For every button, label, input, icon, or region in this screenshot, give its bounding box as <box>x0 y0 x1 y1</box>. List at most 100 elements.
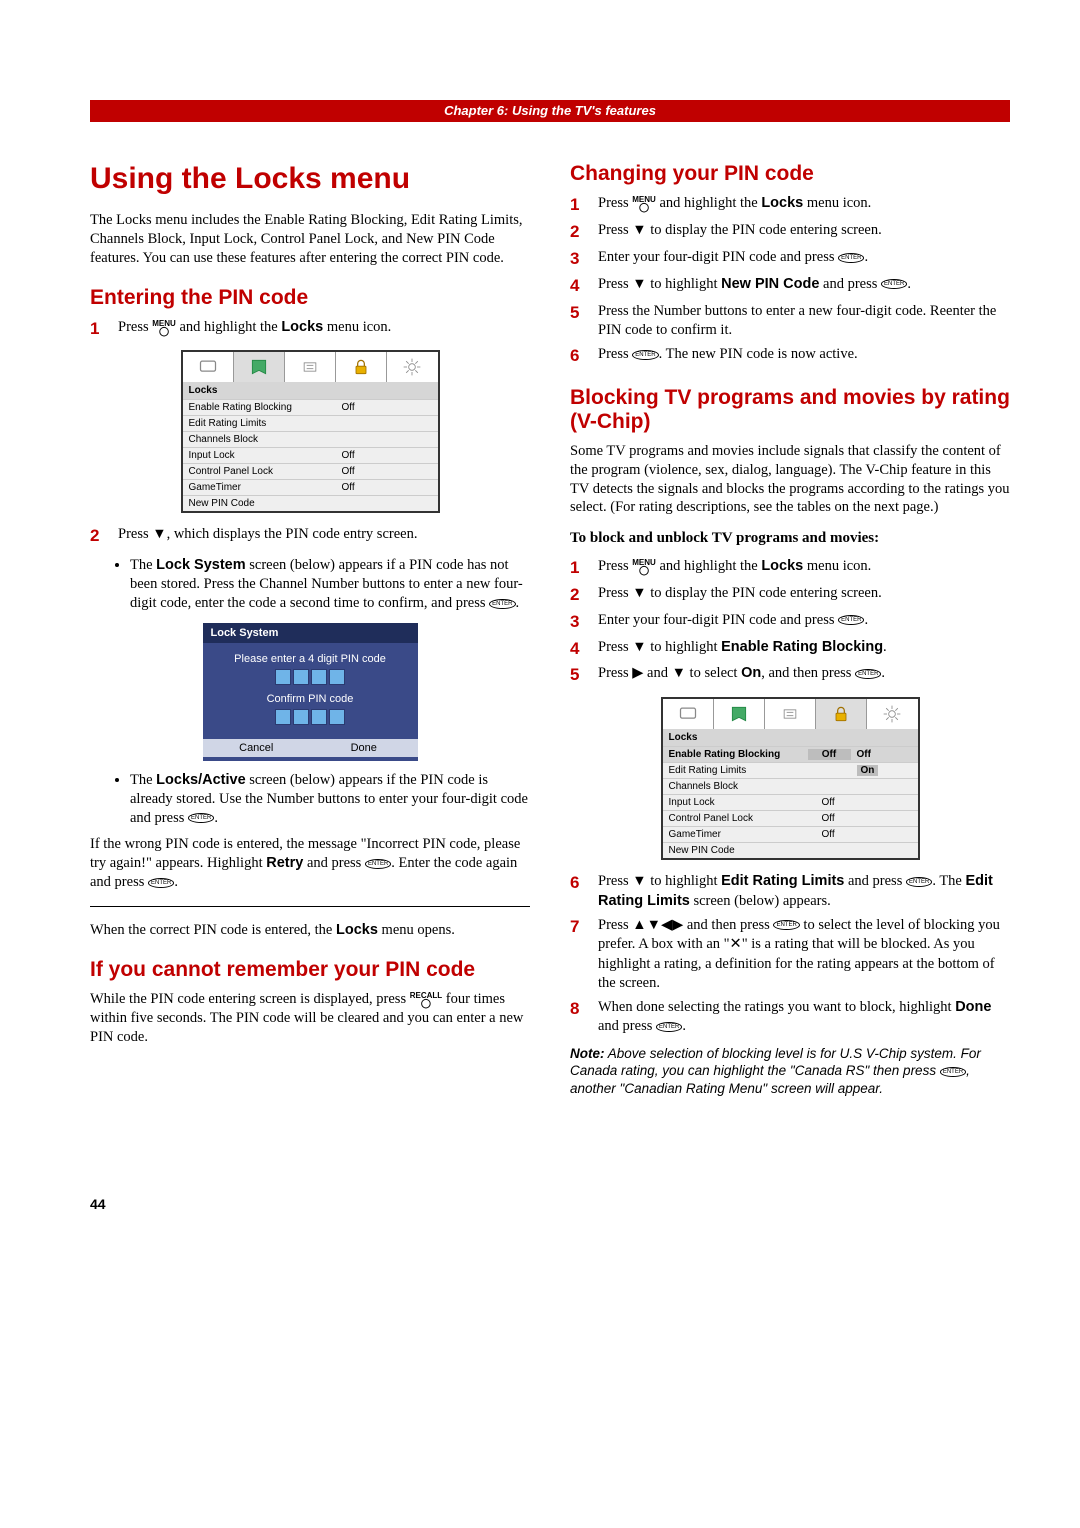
menu-item-label: Edit Rating Limits <box>669 765 822 776</box>
menu-tab-locks-icon <box>234 352 285 382</box>
enter-button-icon: ENTER <box>838 615 864 625</box>
locks-menu-screenshot: Locks Enable Rating BlockingOff Edit Rat… <box>181 350 440 513</box>
enter-button-icon: ENTER <box>489 599 515 609</box>
step-number: 8 <box>570 998 598 1021</box>
menu-item-label: Channels Block <box>189 434 342 445</box>
menu-item-label: Channels Block <box>669 781 822 792</box>
step-number: 1 <box>90 318 118 341</box>
subsection-forgot-pin: If you cannot remember your PIN code <box>90 958 530 982</box>
menu-item-value: Off <box>822 797 857 808</box>
menu-item-label: Enable Rating Blocking <box>669 749 808 760</box>
step-number: 5 <box>570 664 598 687</box>
subsection-change-pin: Changing your PIN code <box>570 162 1010 186</box>
menu-item-label: GameTimer <box>669 829 822 840</box>
menu-tab-lock-icon <box>336 352 387 382</box>
menu-item-label: New PIN Code <box>669 845 822 856</box>
subsection-blocking-vchip: Blocking TV programs and movies by ratin… <box>570 386 1010 434</box>
step-text: Press ▼ to highlight New PIN Code and pr… <box>598 275 1010 295</box>
menu-title: Locks <box>663 729 918 746</box>
correct-pin-paragraph: When the correct PIN code is entered, th… <box>90 921 530 940</box>
menu-tab-picture-icon <box>663 699 714 729</box>
pin-confirm-boxes <box>211 709 410 725</box>
menu-tab-settings-icon <box>867 699 917 729</box>
step-text: Press ▼, which displays the PIN code ent… <box>118 525 530 545</box>
page-number: 44 <box>90 1196 1010 1212</box>
step-number: 1 <box>570 557 598 580</box>
right-column: Changing your PIN code 1Press MENU◯ and … <box>570 152 1010 1106</box>
menu-item-label: Control Panel Lock <box>189 466 342 477</box>
enter-button-icon: ENTER <box>773 920 799 930</box>
step-text: Press ▲▼◀▶ and then press ENTER to selec… <box>598 916 1010 994</box>
step-text: Press ENTER. The new PIN code is now act… <box>598 345 1010 365</box>
step-number: 6 <box>570 345 598 368</box>
step-number: 3 <box>570 611 598 634</box>
menu-item-label: Edit Rating Limits <box>189 418 342 429</box>
enter-button-icon: ENTER <box>365 859 391 869</box>
lock-system-screenshot: Lock System Please enter a 4 digit PIN c… <box>203 623 418 761</box>
menu-item-label: GameTimer <box>189 482 342 493</box>
step-number: 2 <box>570 221 598 244</box>
menu-button-icon: MENU◯ <box>632 559 656 574</box>
menu-item-label: Input Lock <box>669 797 822 808</box>
vchip-intro: Some TV programs and movies include sign… <box>570 442 1010 517</box>
step-number: 6 <box>570 872 598 895</box>
menu-item-value: Off <box>342 466 377 477</box>
menu-tab-setup-icon <box>765 699 816 729</box>
step-text: Press the Number buttons to enter a new … <box>598 302 1010 341</box>
step-number: 5 <box>570 302 598 325</box>
step-text: Press MENU◯ and highlight the Locks menu… <box>118 318 530 338</box>
step-text: Press ▼ to highlight Edit Rating Limits … <box>598 872 1010 911</box>
step-text: Press ▼ to display the PIN code entering… <box>598 584 1010 604</box>
menu-item-label: Enable Rating Blocking <box>189 402 342 413</box>
enter-button-icon: ENTER <box>188 813 214 823</box>
subsection-entering-pin: Entering the PIN code <box>90 286 530 310</box>
enter-button-icon: ENTER <box>906 877 932 887</box>
lock-system-line2: Confirm PIN code <box>211 693 410 705</box>
menu-tab-setup-icon <box>285 352 336 382</box>
note-paragraph: Note: Above selection of blocking level … <box>570 1045 1010 1098</box>
forgot-pin-paragraph: While the PIN code entering screen is di… <box>90 990 530 1047</box>
menu-item-label: Input Lock <box>189 450 342 461</box>
menu-tab-lock-icon <box>816 699 867 729</box>
step-text: When done selecting the ratings you want… <box>598 998 1010 1037</box>
lock-system-line1: Please enter a 4 digit PIN code <box>211 653 410 665</box>
menu-item-value: Off <box>342 482 377 493</box>
step-text: Press ▼ to display the PIN code entering… <box>598 221 1010 241</box>
menu-item-label: Control Panel Lock <box>669 813 822 824</box>
step-number: 4 <box>570 638 598 661</box>
step-text: Enter your four-digit PIN code and press… <box>598 611 1010 631</box>
cancel-button: Cancel <box>203 739 311 757</box>
step-number: 2 <box>570 584 598 607</box>
menu-title: Locks <box>183 382 438 399</box>
step-number: 2 <box>90 525 118 548</box>
menu-item-value: Off <box>822 813 857 824</box>
wrong-pin-paragraph: If the wrong PIN code is entered, the me… <box>90 835 530 892</box>
menu-tab-locks-icon <box>714 699 765 729</box>
enter-button-icon: ENTER <box>656 1022 682 1032</box>
step-text: Enter your four-digit PIN code and press… <box>598 248 1010 268</box>
enter-button-icon: ENTER <box>838 253 864 263</box>
locks-menu-screenshot-2: Locks Enable Rating Blocking Off Off Edit … <box>661 697 920 860</box>
divider <box>90 906 530 907</box>
menu-item-value: Off <box>342 450 377 461</box>
section-title: Using the Locks menu <box>90 162 530 196</box>
menu-item-option-selected: On <box>857 765 879 776</box>
recall-button-icon: RECALL◯ <box>410 992 442 1007</box>
left-column: Using the Locks menu The Locks menu incl… <box>90 152 530 1106</box>
enter-button-icon: ENTER <box>148 878 174 888</box>
step-number: 7 <box>570 916 598 939</box>
enter-button-icon: ENTER <box>881 279 907 289</box>
lock-system-title: Lock System <box>203 623 418 643</box>
menu-button-icon: MENU◯ <box>632 196 656 211</box>
menu-item-value: Off <box>822 829 857 840</box>
enter-button-icon: ENTER <box>632 350 658 360</box>
menu-item-value: Off <box>342 402 377 413</box>
chapter-header: Chapter 6: Using the TV's features <box>90 100 1010 122</box>
step-text: Press ▶ and ▼ to select On, and then pre… <box>598 664 1010 684</box>
pin-entry-boxes <box>211 669 410 685</box>
menu-item-label: New PIN Code <box>189 498 342 509</box>
intro-paragraph: The Locks menu includes the Enable Ratin… <box>90 211 530 268</box>
step-number: 1 <box>570 194 598 217</box>
bullet-lock-system: The Lock System screen (below) appears i… <box>130 556 530 613</box>
done-button: Done <box>310 739 418 757</box>
